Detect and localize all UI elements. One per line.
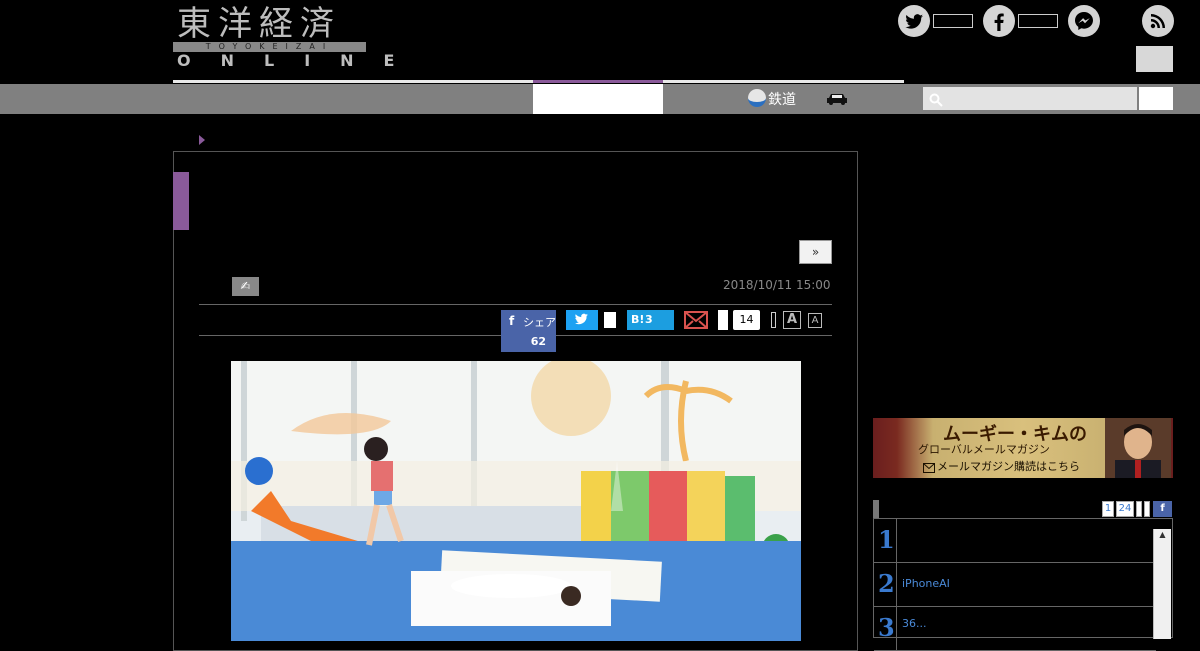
nav-active-accent [533,80,663,83]
ranking-tab-monthly[interactable] [1144,501,1150,517]
ranking-tab-1h[interactable]: 1 [1102,501,1114,517]
font-size-small-button[interactable]: A [808,313,822,328]
mail-magazine-banner[interactable]: ムーギー・キムの グローバルメールマガジン メールマガジン購読はこちら [873,418,1173,478]
banner-cta: メールマガジン購読はこちら [937,460,1080,473]
facebook-ranking-icon[interactable]: f [1153,501,1172,517]
login-button[interactable] [1136,46,1173,72]
divider [896,607,897,651]
facebook-share-count: 62 [530,335,546,348]
article-category-tag [173,172,189,230]
logo-online: ONLINE [177,51,425,70]
rank-title[interactable]: 36... [902,617,927,630]
list-item[interactable]: 2 iPhoneAI [874,563,1156,607]
hatena-count: 3 [645,313,653,326]
ranking-tab-weekly[interactable] [1136,501,1142,517]
scroll-up-icon[interactable]: ▲ [1154,529,1171,541]
facebook-icon[interactable] [983,5,1015,37]
search-icon [929,92,943,111]
twitter-share-button[interactable] [566,310,598,330]
ranking-scrollbar[interactable]: ▲ [1153,529,1171,639]
article-date: 2018/10/11 15:00 [723,278,831,292]
font-size-large-button[interactable]: A [783,311,801,329]
twitter-icon[interactable] [898,5,930,37]
list-item[interactable]: 1 [874,519,1156,563]
divider [896,563,897,607]
divider [199,304,832,305]
banner-subtitle: グローバルメールマガジン [918,443,1050,456]
divider [896,519,897,563]
rank-number: 3 [878,613,895,642]
rss-icon[interactable] [1142,5,1174,37]
hatena-label: B! [631,313,645,326]
author-icon[interactable]: ✍ [232,277,259,296]
hatena-bookmark-button[interactable]: B! 3 [627,310,674,330]
nav-tab-active[interactable] [533,84,663,114]
mail-icon[interactable] [684,311,708,329]
breadcrumb-arrow-icon [199,135,205,145]
facebook-icon: f [509,314,515,328]
print-icon[interactable] [771,312,776,328]
search-input[interactable] [923,87,1137,110]
rank-number: 2 [878,569,895,598]
rank-title[interactable]: iPhoneAI [902,577,950,590]
author-photo [1105,418,1171,478]
article-photo [231,361,801,641]
comment-count[interactable]: 14 [733,310,760,330]
facebook-share-button[interactable]: f シェア 62 [501,310,556,352]
next-page-button[interactable]: » [799,240,832,264]
search-button[interactable] [1139,87,1173,110]
messenger-icon[interactable] [1068,5,1100,37]
facebook-share-label: シェア [523,316,556,329]
twitter-share-count [604,312,616,328]
site-logo[interactable]: 東洋経済 TOYOKEIZAI ONLINE [173,4,425,72]
comment-icon[interactable] [718,310,728,330]
nav-item-railway[interactable]: 鉄道 [768,89,796,109]
list-item[interactable]: 3 36... [874,607,1156,651]
train-icon [748,89,766,107]
facebook-count-box [1018,14,1058,28]
ranking-header-bar [873,500,879,518]
envelope-icon [923,458,935,477]
ranking-list: 1 2 iPhoneAI 3 36... [873,518,1173,651]
ranking-tab-24h[interactable]: 24 [1116,501,1134,517]
car-icon[interactable] [826,91,848,105]
rank-number: 1 [878,525,895,554]
logo-japanese: 東洋経済 [177,4,341,44]
twitter-count-box [933,14,973,28]
